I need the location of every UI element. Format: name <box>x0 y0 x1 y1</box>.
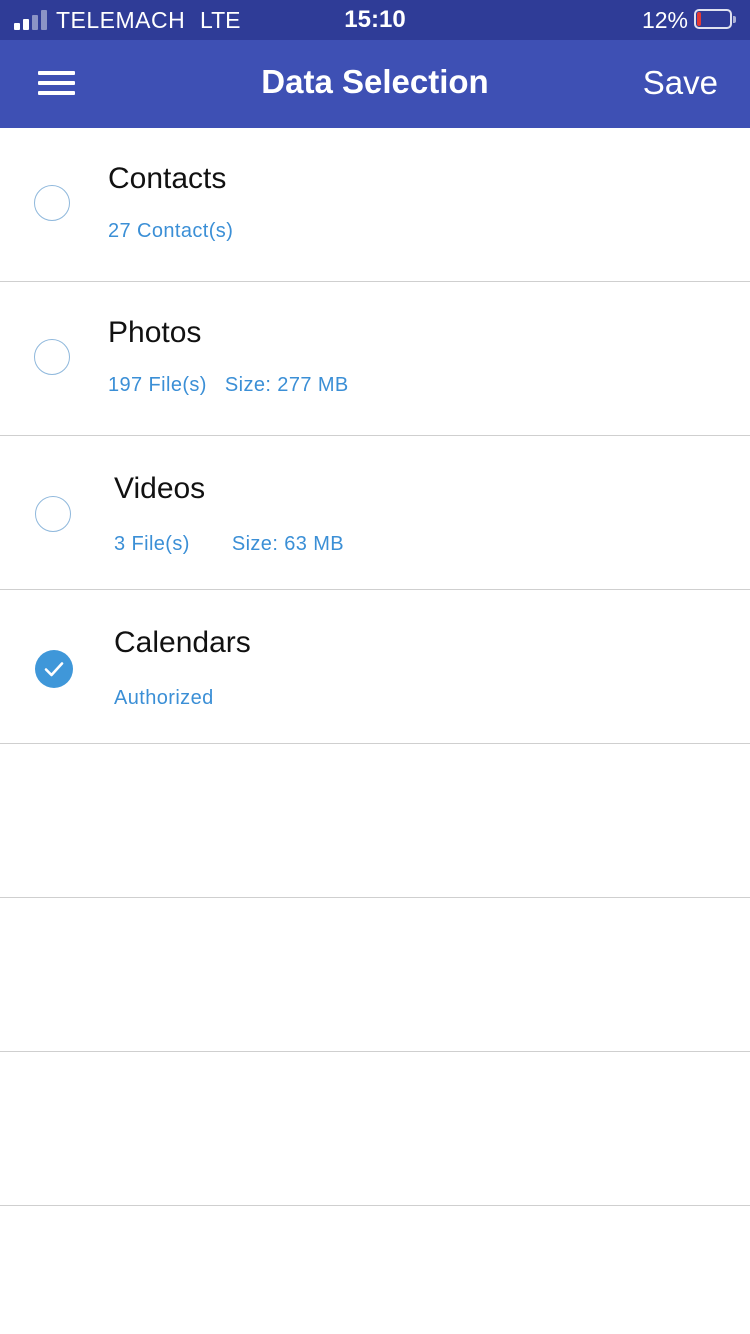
item-size: Size: 277 MB <box>224 374 349 396</box>
list-item-videos[interactable]: Videos 3 File(s) Size: 63 MB <box>0 436 750 590</box>
checkmark-circle-icon[interactable] <box>35 650 73 688</box>
item-count: 197 File(s) <box>108 374 207 396</box>
item-status: Authorized <box>114 687 214 709</box>
radio-circle-icon[interactable] <box>34 339 70 375</box>
list-item-contacts[interactable]: Contacts 27 Contact(s) <box>0 128 750 282</box>
item-title: Photos <box>108 316 202 349</box>
radio-circle-icon[interactable] <box>34 185 70 221</box>
item-detail: 27 Contact(s) <box>108 220 233 243</box>
battery-icon <box>694 9 736 29</box>
item-detail: 197 File(s) Size: 277 MB <box>108 374 349 397</box>
item-count: 3 File(s) <box>114 533 190 555</box>
empty-row <box>0 744 750 898</box>
save-button[interactable]: Save <box>643 64 718 102</box>
item-size: Size: 63 MB <box>231 533 345 555</box>
item-detail: 3 File(s) Size: 63 MB <box>114 533 344 556</box>
item-count: 27 Contact(s) <box>108 220 234 242</box>
item-title: Calendars <box>114 626 251 659</box>
status-bar: TELEMACH LTE 15:10 12% <box>0 0 750 40</box>
empty-row <box>0 898 750 1052</box>
item-detail: Authorized <box>114 687 214 710</box>
list-item-photos[interactable]: Photos 197 File(s) Size: 277 MB <box>0 282 750 436</box>
clock: 15:10 <box>344 6 406 33</box>
empty-row <box>0 1052 750 1206</box>
item-title: Contacts <box>108 162 227 195</box>
data-selection-list: Contacts 27 Contact(s) Photos 197 File(s… <box>0 128 750 1206</box>
battery-percent: 12% <box>641 7 688 33</box>
item-title: Videos <box>114 472 206 505</box>
navigation-bar: Data Selection Save <box>0 40 750 128</box>
hamburger-menu-icon[interactable] <box>30 64 84 104</box>
radio-circle-icon[interactable] <box>35 496 71 532</box>
list-item-calendars[interactable]: Calendars Authorized <box>0 590 750 744</box>
page-title: Data Selection <box>261 63 489 100</box>
checkmark-icon <box>35 650 73 688</box>
